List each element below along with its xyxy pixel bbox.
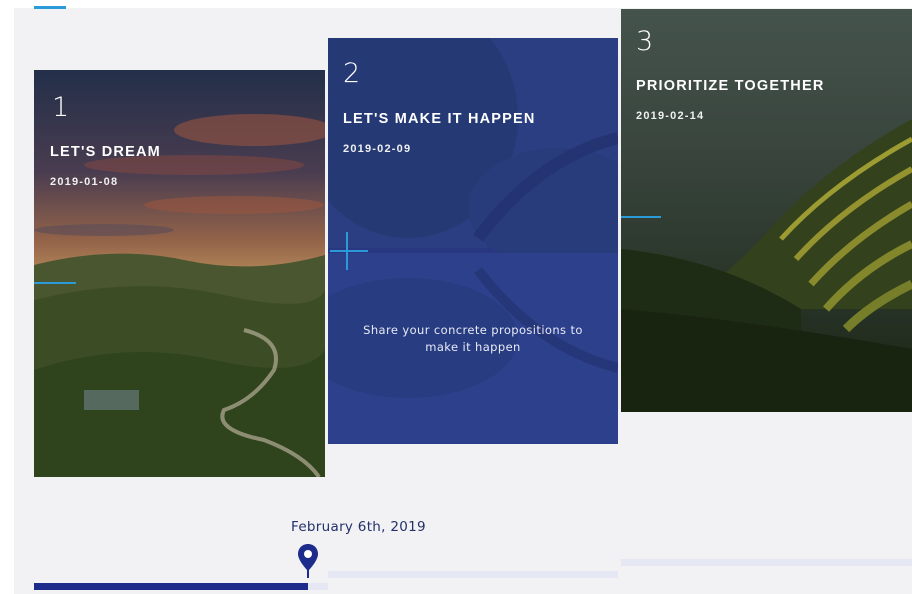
- card-number: 3: [636, 26, 654, 57]
- card-3-image: [621, 9, 912, 412]
- card-2-image: [328, 38, 618, 444]
- progress-track-segment-2[interactable]: [328, 571, 618, 578]
- progress-track-segment-3[interactable]: [621, 559, 912, 566]
- card-date: 2019-01-08: [50, 176, 119, 188]
- card-date: 2019-02-09: [343, 143, 412, 155]
- card-3-accent-tick: [621, 216, 661, 218]
- progress-fill: [34, 583, 308, 590]
- map-pin-icon[interactable]: [297, 543, 319, 579]
- card-2-plus-icon-vertical: [346, 232, 348, 270]
- card-number: 2: [343, 58, 361, 89]
- card-2-plus-icon: [330, 250, 368, 252]
- step-card-3[interactable]: 3 PRIORITIZE TOGETHER 2019-02-14: [621, 9, 912, 412]
- card-1-image: [34, 70, 325, 477]
- card-title: LET'S DREAM: [50, 144, 161, 160]
- step-card-1[interactable]: 1 LET'S DREAM 2019-01-08: [34, 70, 325, 477]
- card-number: 1: [52, 92, 70, 123]
- card-description: Share your concrete propositions to make…: [363, 323, 583, 354]
- top-accent-line: [34, 6, 66, 9]
- current-date-label: February 6th, 2019: [291, 519, 426, 535]
- card-1-accent-tick: [34, 282, 76, 284]
- card-title: PRIORITIZE TOGETHER: [636, 78, 825, 94]
- card-title: LET'S MAKE IT HAPPEN: [343, 111, 536, 127]
- step-card-2[interactable]: 2 LET'S MAKE IT HAPPEN 2019-02-09 Share …: [328, 38, 618, 444]
- card-date: 2019-02-14: [636, 110, 705, 122]
